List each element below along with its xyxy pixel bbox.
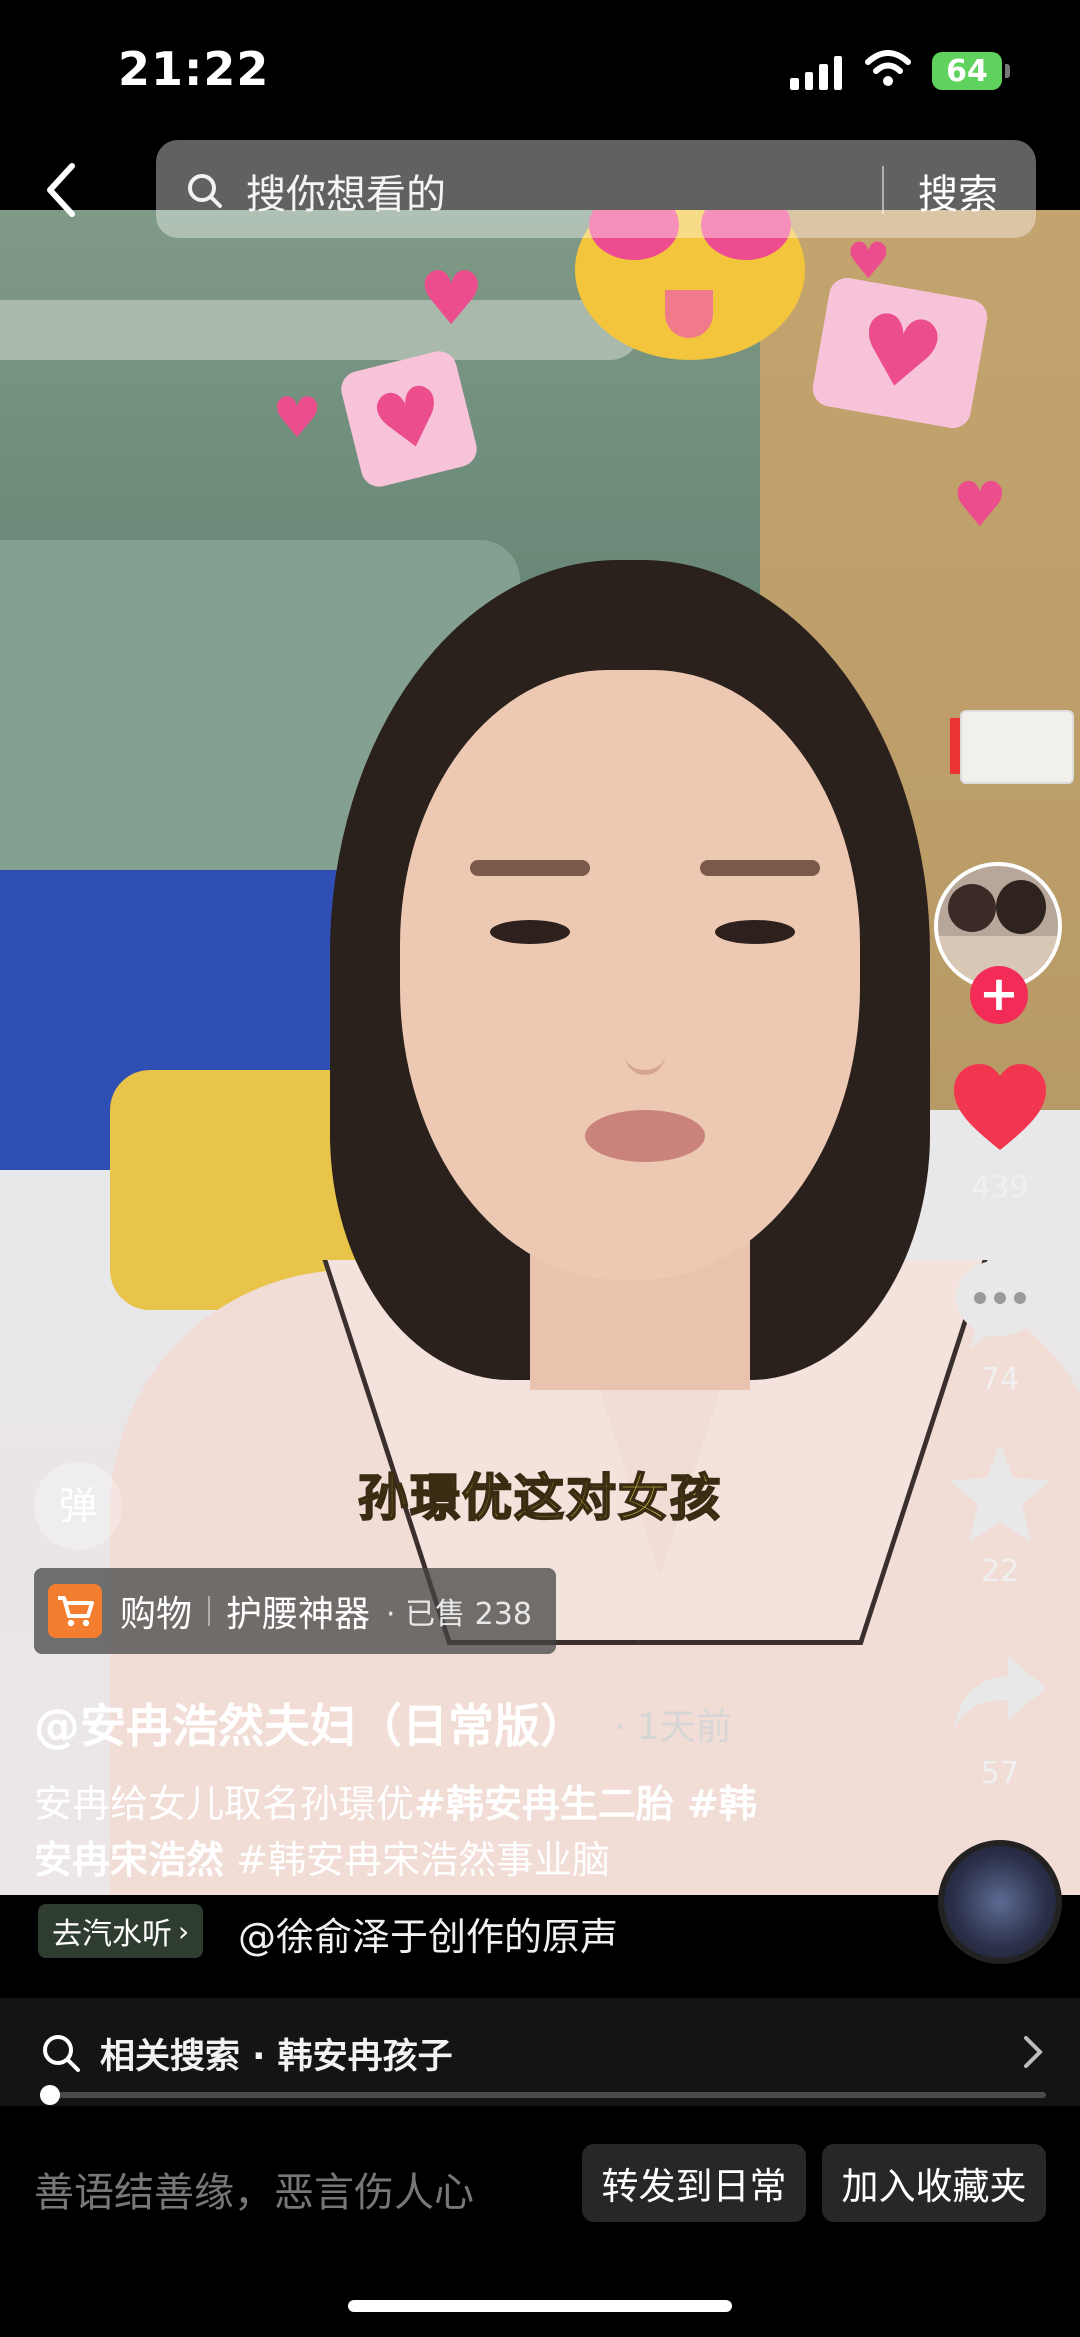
music-source-text[interactable]: @徐俞泽于创作的原声 (238, 1906, 618, 1961)
add-to-favorites-button[interactable]: 加入收藏夹 (822, 2144, 1046, 2222)
like-heart-icon[interactable] (950, 1060, 1050, 1160)
battery-indicator: 64 (932, 52, 1010, 90)
search-divider (882, 166, 884, 214)
share-arrow-icon[interactable] (950, 1644, 1050, 1744)
chevron-right-icon (1024, 2036, 1043, 2068)
like-count: 439 (971, 1170, 1029, 1205)
video-progress-handle[interactable] (40, 2085, 61, 2105)
shop-divider (208, 1596, 211, 1626)
music-tag-label: 去汽水听 (52, 1917, 172, 1952)
heart-sticker-icon: ♥ (847, 290, 953, 416)
shopping-cart-icon (48, 1584, 102, 1638)
post-time: · 1天前 (614, 1707, 732, 1748)
author-name[interactable]: @安冉浩然夫妇（日常版） (34, 1690, 586, 1756)
cellular-signal-icon (790, 54, 842, 90)
comment-input[interactable]: 善语结善缘，恶言伤人心 (34, 2160, 474, 2218)
hashtag-link[interactable]: #韩安冉生二胎 #韩 (414, 1782, 757, 1826)
danmu-toggle-button[interactable]: 弹 (34, 1462, 122, 1550)
video-brow-left (470, 860, 590, 876)
back-arrow-icon[interactable] (42, 160, 82, 220)
home-indicator (348, 2300, 732, 2312)
forward-to-daily-button[interactable]: 转发到日常 (582, 2144, 806, 2222)
shop-product-card[interactable]: 购物 护腰神器 · 已售 238 (34, 1568, 556, 1654)
related-search-bar[interactable]: 相关搜索 · 韩安冉孩子 (0, 1998, 1080, 2106)
share-count: 57 (980, 1756, 1020, 1791)
video-bed-rail (0, 300, 640, 360)
video-subtitle: 孙璟优这对女孩 (357, 1468, 722, 1528)
wifi-icon (865, 50, 911, 86)
heart-sticker-icon: ♥ (272, 386, 323, 451)
hashtag-link[interactable]: 安冉宋浩然 (34, 1838, 224, 1882)
video-brow-right (700, 860, 820, 876)
hashtag-link[interactable]: #韩安冉宋浩然事业脑 (236, 1838, 610, 1882)
shop-sold-count: · 已售 238 (386, 1597, 532, 1632)
chevron-right-icon: › (178, 1914, 190, 1948)
comment-bubble-icon[interactable] (950, 1252, 1050, 1352)
video-nose (625, 990, 665, 1075)
search-icon (188, 174, 222, 208)
emoji-tongue (665, 290, 713, 338)
video-person-face (400, 670, 860, 1280)
status-time: 21:22 (118, 42, 270, 96)
comment-count: 74 (980, 1362, 1020, 1397)
description-text: 安冉给女儿取名孙璟优 (34, 1782, 415, 1826)
video-description: 安冉给女儿取名孙璟优#韩安冉生二胎 #韩 安冉宋浩然 #韩安冉宋浩然事业脑 (34, 1776, 834, 1888)
video-eye-left (490, 920, 570, 944)
video-progress-bar[interactable] (40, 2092, 1046, 2098)
music-disc-icon[interactable] (938, 1840, 1062, 1964)
shop-product-name: 护腰神器 (226, 1594, 371, 1635)
search-icon (43, 2035, 80, 2072)
follow-plus-button[interactable]: + (970, 966, 1028, 1024)
heart-card-sticker: ♥ (337, 347, 481, 491)
video-outlet (950, 710, 1074, 784)
heart-sticker-icon: ♥ (418, 256, 485, 342)
favorite-count: 22 (980, 1554, 1020, 1589)
search-button[interactable]: 搜索 (918, 162, 998, 220)
search-bar[interactable]: 搜你想看的 搜索 (156, 140, 1036, 238)
heart-sticker-icon: ♥ (952, 468, 1008, 541)
related-search-label: 相关搜索 · 韩安冉孩子 (100, 2037, 453, 2077)
heart-sticker-icon: ♥ (362, 365, 456, 473)
heart-card-sticker: ♥ (809, 275, 991, 431)
search-input[interactable]: 搜你想看的 (246, 162, 446, 220)
music-open-app-button[interactable]: 去汽水听 › (38, 1904, 204, 1958)
video-lips (585, 1110, 705, 1162)
shop-tag-label: 购物 (120, 1594, 193, 1635)
video-eye-right (715, 920, 795, 944)
